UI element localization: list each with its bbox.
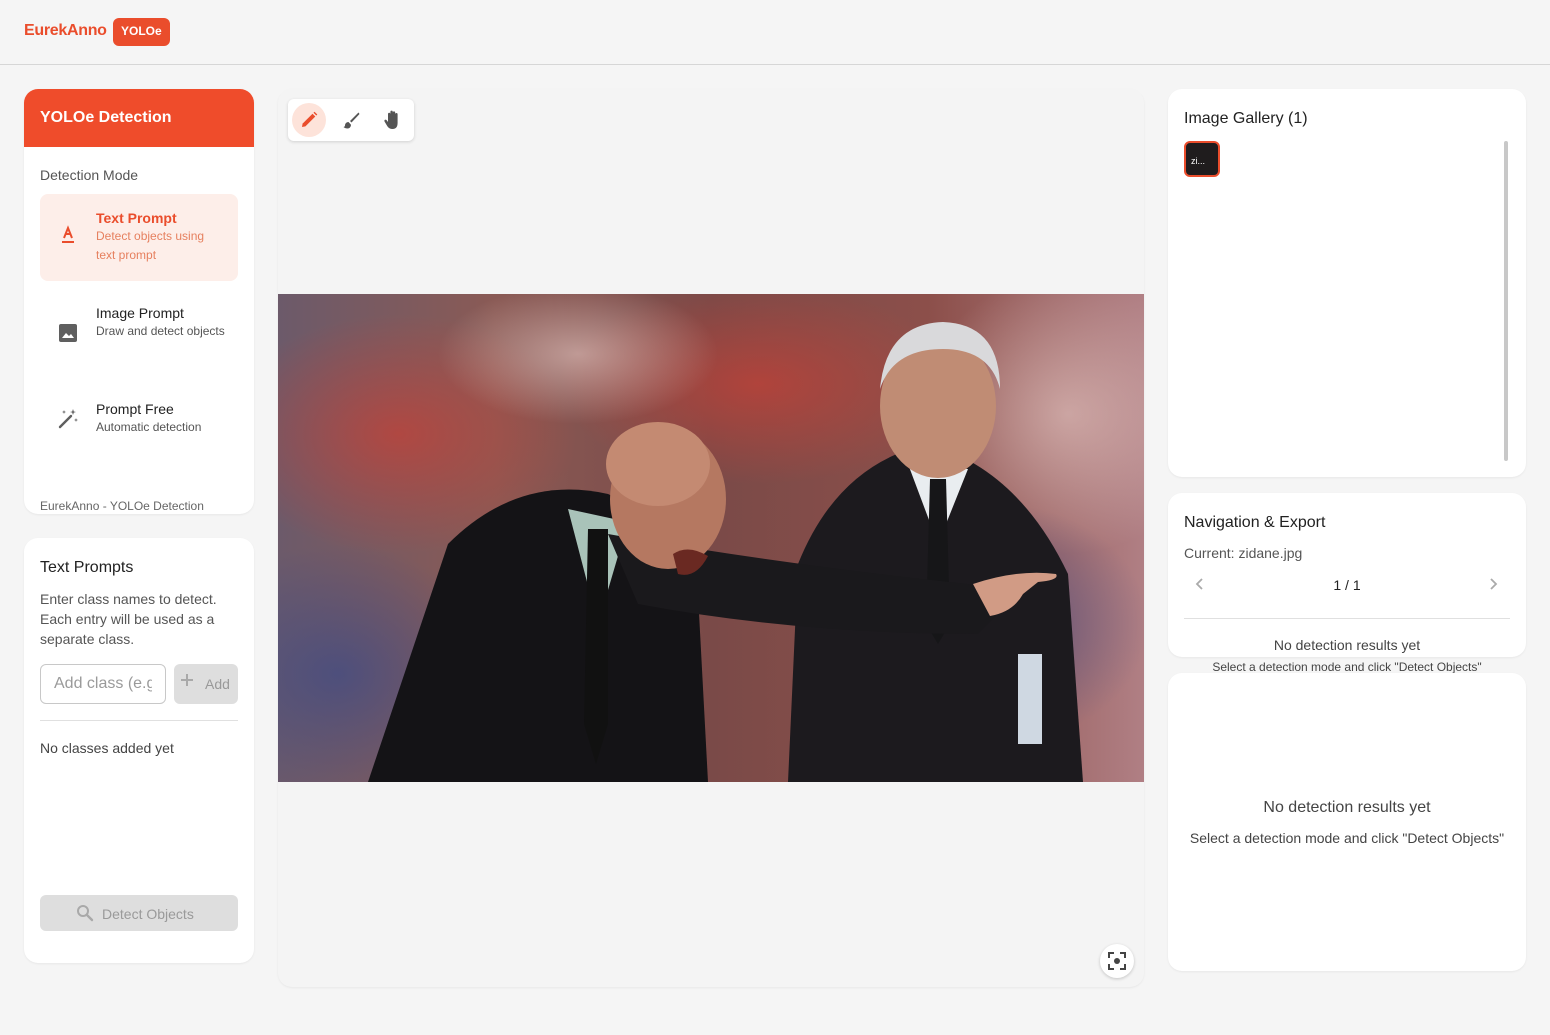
mode-prompt-free[interactable]: Prompt Free Automatic detection xyxy=(40,385,238,455)
no-results-hint: Select a detection mode and click "Detec… xyxy=(1212,660,1482,674)
chevron-right-icon[interactable] xyxy=(1485,576,1501,592)
mode-title: Prompt Free xyxy=(96,401,174,417)
mode-title: Text Prompt xyxy=(96,210,177,226)
text-prompts-panel: Text Prompts Enter class names to detect… xyxy=(24,538,254,963)
divider xyxy=(40,720,238,721)
magic-wand-icon xyxy=(56,407,80,431)
navigation-title: Navigation & Export xyxy=(1184,514,1326,531)
no-results-message: No detection results yet xyxy=(1273,637,1421,653)
panel-footer: EurekAnno - YOLOe Detection xyxy=(40,499,204,513)
search-icon xyxy=(77,905,94,922)
detection-results-panel: No detection results yet Select a detect… xyxy=(1168,673,1526,971)
results-empty-title: No detection results yet xyxy=(1263,799,1431,816)
page-indicator: 1 / 1 xyxy=(1333,577,1361,593)
gallery-title: Image Gallery (1) xyxy=(1184,110,1308,127)
mode-title: Image Prompt xyxy=(96,305,184,321)
hand-icon xyxy=(384,110,398,129)
add-class-button[interactable]: Add xyxy=(174,664,238,704)
mode-text-prompt[interactable]: Text Prompt Detect objects using text pr… xyxy=(40,194,238,281)
image-icon xyxy=(56,321,80,345)
mode-description: Automatic detection xyxy=(96,420,202,434)
plus-icon xyxy=(179,672,195,688)
mode-description: Detect objects using text prompt xyxy=(96,229,205,262)
fit-view-button[interactable] xyxy=(1100,944,1134,978)
divider xyxy=(1184,618,1510,619)
gallery-thumbnail[interactable]: zi... xyxy=(1184,141,1220,177)
current-image-label: Current: zidane.jpg xyxy=(1184,545,1303,561)
pencil-icon xyxy=(302,111,318,127)
pencil-tool-button[interactable] xyxy=(292,103,326,137)
empty-classes-message: No classes added yet xyxy=(40,740,174,756)
add-button-label: Add xyxy=(205,676,230,692)
top-bar: EurekAnno YOLOe xyxy=(0,0,1550,65)
text-format-icon xyxy=(56,223,80,247)
pan-tool-button[interactable] xyxy=(376,103,410,137)
class-input[interactable] xyxy=(40,664,166,704)
panel-title: YOLOe Detection xyxy=(24,89,254,147)
scene-image xyxy=(278,294,1144,782)
image-canvas[interactable] xyxy=(278,89,1144,987)
results-empty-hint: Select a detection mode and click "Detec… xyxy=(1189,830,1505,846)
brand-name[interactable]: EurekAnno xyxy=(24,22,107,40)
thumbnail-label: zi... xyxy=(1191,156,1206,166)
mode-image-prompt[interactable]: Image Prompt Draw and detect objects xyxy=(40,289,238,377)
prompts-title: Text Prompts xyxy=(40,559,134,576)
mode-description: Draw and detect objects xyxy=(96,324,225,338)
section-label: Detection Mode xyxy=(40,167,139,183)
detection-mode-panel: YOLOe Detection Detection Mode Text Prom… xyxy=(24,89,254,514)
model-badge: YOLOe xyxy=(113,18,170,46)
fit-view-icon xyxy=(1108,952,1126,970)
detect-button-label: Detect Objects xyxy=(102,906,194,922)
canvas-toolbar xyxy=(288,99,414,141)
prompts-help: Enter class names to detect. Each entry … xyxy=(40,591,217,647)
brush-icon xyxy=(343,112,360,129)
image-gallery-panel: Image Gallery (1) zi... xyxy=(1168,89,1526,477)
gallery-scrollbar[interactable] xyxy=(1504,141,1508,461)
brush-tool-button[interactable] xyxy=(334,103,368,137)
detect-objects-button[interactable]: Detect Objects xyxy=(40,895,238,931)
navigation-export-panel: Navigation & Export Current: zidane.jpg … xyxy=(1168,493,1526,657)
